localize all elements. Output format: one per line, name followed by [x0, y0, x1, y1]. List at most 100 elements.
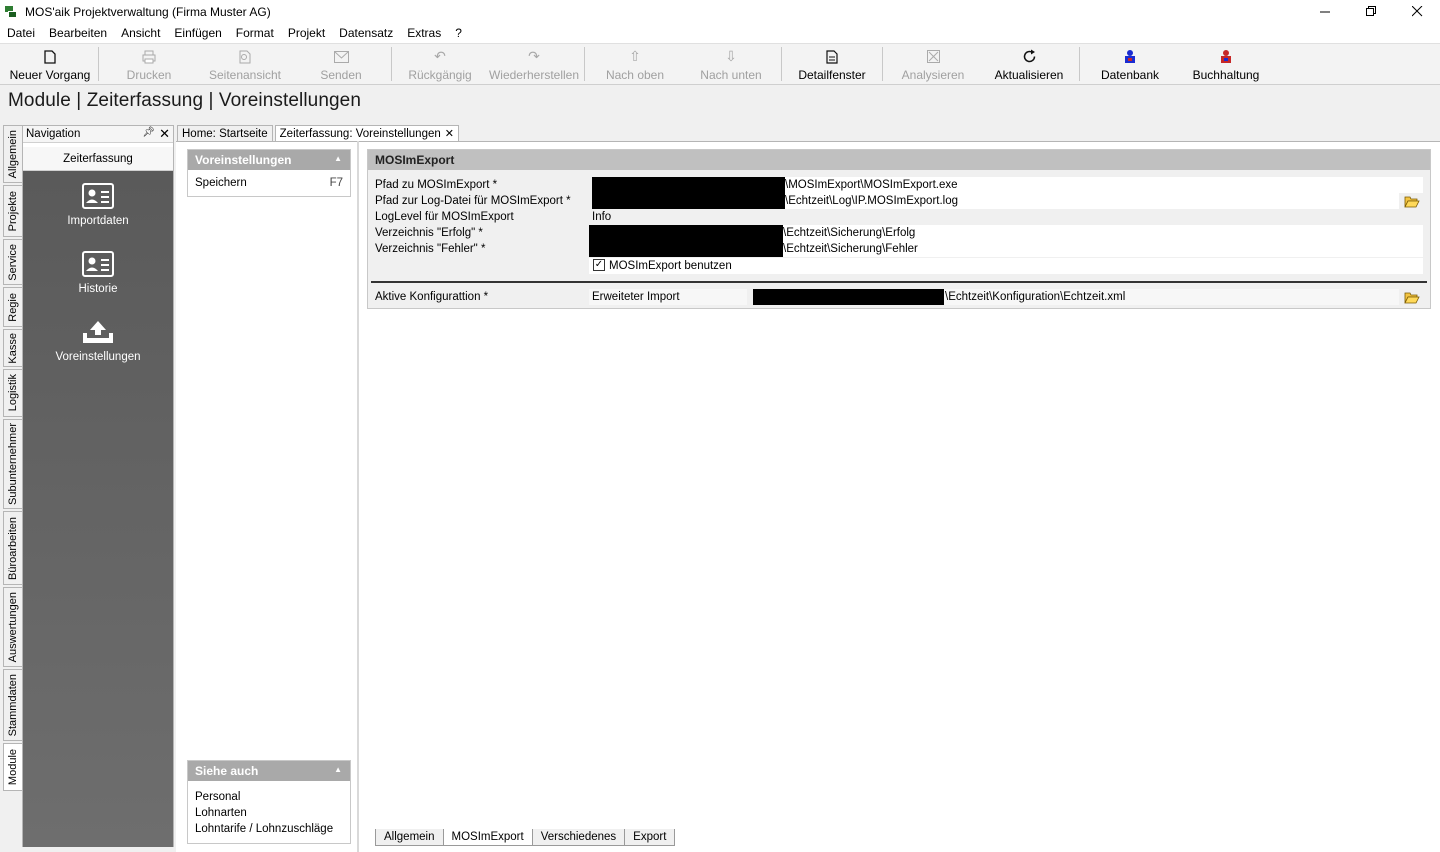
- database-button[interactable]: Datenbank: [1082, 44, 1178, 84]
- btab-export[interactable]: Export: [624, 829, 676, 846]
- arrow-up-icon: ⇧: [629, 48, 641, 64]
- page-title: Module | Zeiterfassung | Voreinstellunge…: [8, 90, 362, 111]
- menu-einfuegen[interactable]: Einfügen: [167, 23, 228, 43]
- menu-extras[interactable]: Extras: [400, 23, 448, 43]
- menu-bearbeiten[interactable]: Bearbeiten: [42, 23, 114, 43]
- move-up-button[interactable]: ⇧ Nach oben: [587, 44, 683, 84]
- path-field[interactable]: \MOSImExport\MOSImExport.exe: [592, 177, 1423, 193]
- detail-window-button[interactable]: Detailfenster: [784, 44, 880, 84]
- see-also-lohntarife[interactable]: Lohntarife / Lohnzuschläge: [195, 821, 343, 837]
- group-title: MOSImExport: [368, 150, 1430, 170]
- menu-help[interactable]: ?: [448, 23, 469, 43]
- undo-button[interactable]: ↶ Rückgängig: [394, 44, 486, 84]
- title-bar: MOS'aik Projektverwaltung (Firma Muster …: [0, 0, 1440, 23]
- accounting-icon: [1217, 48, 1235, 65]
- contact-card-icon: [82, 251, 114, 277]
- vtab-regie[interactable]: Regie: [3, 287, 22, 327]
- see-also-lohnarten[interactable]: Lohnarten: [195, 805, 343, 821]
- config-type-field[interactable]: Erweiteter Import: [589, 289, 747, 305]
- vertical-tab-strip: Allgemein Projekte Service Regie Kasse L…: [3, 125, 22, 791]
- log-field[interactable]: \Echtzeit\Log\IP.MOSImExport.log: [592, 193, 1399, 209]
- new-button[interactable]: Neuer Vorgang: [4, 44, 96, 84]
- menu-projekt[interactable]: Projekt: [281, 23, 332, 43]
- folder-open-icon: [1404, 196, 1420, 207]
- folder-open-icon: [1404, 292, 1420, 303]
- toolbar: Neuer Vorgang Drucken Seitenansicht Send…: [0, 43, 1440, 85]
- pin-icon[interactable]: 📌︎: [142, 127, 155, 138]
- btab-mosimexport[interactable]: MOSImExport: [442, 829, 533, 846]
- nav-item-historie[interactable]: Historie: [23, 251, 173, 295]
- close-icon: [1411, 6, 1422, 17]
- new-document-icon: [41, 48, 59, 65]
- vtab-subunternehmer[interactable]: Subunternehmer: [3, 419, 22, 509]
- splitter[interactable]: [357, 141, 359, 852]
- success-dir-field[interactable]: \Echtzeit\Sicherung\Erfolg: [589, 225, 1423, 241]
- document-tab-strip: Home: Startseite Zeiterfassung: Voreinst…: [177, 125, 461, 141]
- doc-tab-home[interactable]: Home: Startseite: [177, 125, 273, 141]
- redaction-block: [589, 225, 783, 241]
- config-row: Aktive Konfigurattion * Erweiteter Impor…: [368, 289, 1430, 305]
- vtab-projekte[interactable]: Projekte: [3, 185, 22, 237]
- redaction-block: [753, 289, 944, 305]
- refresh-button[interactable]: Aktualisieren: [981, 44, 1077, 84]
- vtab-allgemein[interactable]: Allgemein: [3, 125, 22, 183]
- send-button[interactable]: Senden: [293, 44, 389, 84]
- menu-format[interactable]: Format: [229, 23, 281, 43]
- error-dir-field[interactable]: \Echtzeit\Sicherung\Fehler: [589, 241, 1423, 257]
- preview-button[interactable]: Seitenansicht: [197, 44, 293, 84]
- btab-verschiedenes[interactable]: Verschiedenes: [531, 829, 626, 846]
- doc-tab-voreinstellungen[interactable]: Zeiterfassung: Voreinstellungen ✕: [274, 125, 459, 141]
- nav-item-importdaten[interactable]: Importdaten: [23, 183, 173, 227]
- loglevel-field[interactable]: Info: [589, 209, 1423, 225]
- close-panel-icon[interactable]: ✕: [159, 126, 170, 142]
- vtab-logistik[interactable]: Logistik: [3, 369, 22, 417]
- success-dir-row: Verzeichnis "Erfolg" * \Echtzeit\Sicheru…: [368, 225, 1430, 241]
- detail-window-icon: [823, 48, 841, 65]
- redaction-block: [592, 177, 785, 193]
- save-task[interactable]: Speichern F7: [188, 170, 350, 196]
- maximize-button[interactable]: [1348, 0, 1394, 23]
- vtab-auswertungen[interactable]: Auswertungen: [3, 587, 22, 667]
- upload-tray-icon: [83, 321, 113, 343]
- task-panel-header[interactable]: Voreinstellungen ▲: [188, 150, 350, 170]
- move-down-button[interactable]: ⇩ Nach unten: [683, 44, 779, 84]
- use-row: ✓ MOSImExport benutzen: [368, 258, 1430, 274]
- analyze-icon: [924, 48, 942, 65]
- refresh-icon: [1020, 48, 1038, 65]
- analyze-button[interactable]: Analysieren: [885, 44, 981, 84]
- separator: [371, 281, 1427, 283]
- page-preview-icon: [236, 48, 254, 65]
- minimize-button[interactable]: [1302, 0, 1348, 23]
- menu-ansicht[interactable]: Ansicht: [114, 23, 167, 43]
- accounting-button[interactable]: Buchhaltung: [1178, 44, 1274, 84]
- browse-config-button[interactable]: [1402, 289, 1422, 305]
- navigation-panel: Navigation 📌︎ ✕ Zeiterfassung Importdate…: [22, 125, 174, 847]
- collapse-icon[interactable]: ▲: [334, 765, 342, 774]
- vtab-kasse[interactable]: Kasse: [3, 329, 22, 367]
- nav-item-voreinstellungen[interactable]: Voreinstellungen: [23, 319, 173, 363]
- see-also-header[interactable]: Siehe auch ▲: [188, 761, 350, 781]
- path-row: Pfad zu MOSImExport * \MOSImExport\MOSIm…: [368, 177, 1430, 193]
- config-path-field[interactable]: \Echtzeit\Konfiguration\Echtzeit.xml: [753, 289, 1399, 305]
- menu-datensatz[interactable]: Datensatz: [332, 23, 400, 43]
- printer-icon: [140, 48, 158, 65]
- error-dir-row: Verzeichnis "Fehler" * \Echtzeit\Sicheru…: [368, 241, 1430, 257]
- collapse-icon[interactable]: ▲: [334, 154, 342, 163]
- vtab-module[interactable]: Module: [3, 743, 22, 791]
- navigation-section-title[interactable]: Zeiterfassung: [23, 147, 173, 171]
- navigation-header: Navigation 📌︎ ✕: [23, 126, 173, 143]
- menu-datei[interactable]: Datei: [0, 23, 42, 43]
- print-button[interactable]: Drucken: [101, 44, 197, 84]
- vtab-service[interactable]: Service: [3, 239, 22, 285]
- see-also-personal[interactable]: Personal: [195, 789, 343, 805]
- btab-allgemein[interactable]: Allgemein: [375, 829, 444, 846]
- restore-icon: [1365, 6, 1376, 16]
- database-icon: [1121, 48, 1139, 65]
- close-button[interactable]: [1394, 0, 1440, 23]
- redo-button[interactable]: ↷ Wiederherstellen: [486, 44, 582, 84]
- close-tab-icon[interactable]: ✕: [445, 127, 454, 140]
- vtab-bueroarbeiten[interactable]: Büroarbeiten: [3, 511, 22, 585]
- browse-log-button[interactable]: [1402, 193, 1422, 209]
- vtab-stammdaten[interactable]: Stammdaten: [3, 669, 22, 741]
- use-checkbox[interactable]: ✓: [593, 259, 605, 271]
